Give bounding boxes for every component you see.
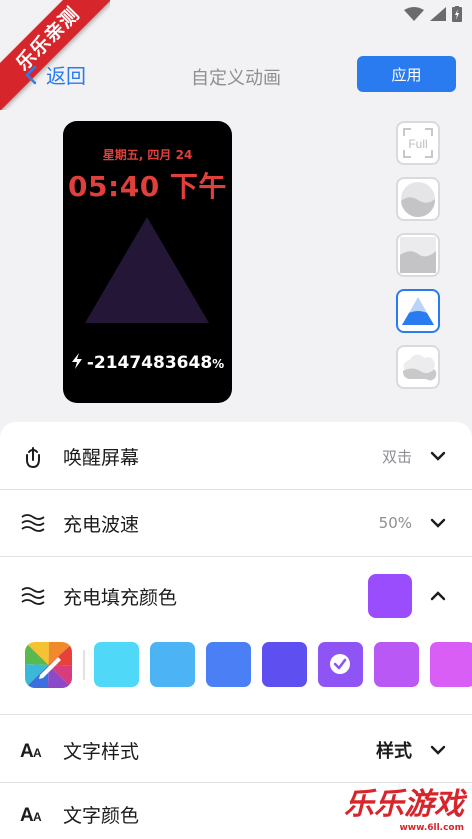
wave-speed-value: 50% [378, 514, 412, 532]
text-style-row[interactable]: A A 文字样式 样式 [0, 730, 472, 770]
color-swatch[interactable] [262, 642, 307, 687]
color-swatch[interactable] [318, 642, 363, 687]
chevron-down-icon [430, 745, 446, 755]
triangle-option-icon [402, 297, 434, 325]
text-style-label: 文字样式 [63, 740, 140, 763]
style-option-wave-circle[interactable] [396, 177, 440, 221]
chevron-up-icon [430, 591, 446, 601]
check-icon [330, 654, 350, 674]
svg-text:A: A [20, 741, 34, 761]
chevron-down-icon [430, 451, 446, 461]
charge-value: -2147483648 [86, 353, 213, 373]
triangle-shape [85, 217, 209, 323]
text-style-value: 样式 [376, 741, 412, 762]
style-option-cloud[interactable] [396, 345, 440, 389]
bolt-icon [71, 353, 82, 369]
settings-panel: 唤醒屏幕 双击 充电波速 50% 充电填充颜色 A A 文字样式 样式 A A … [0, 422, 472, 839]
text-size-icon: A A [20, 741, 42, 761]
wave-speed-row[interactable]: 充电波速 50% [0, 503, 472, 543]
color-picker-button[interactable] [25, 642, 72, 688]
cloud-option-icon [402, 354, 437, 381]
color-wheel-icon [25, 642, 72, 688]
color-palette [0, 642, 472, 688]
wave-speed-label: 充电波速 [63, 513, 140, 536]
fill-color-swatch[interactable] [368, 574, 412, 618]
full-label: Full [408, 137, 427, 151]
svg-text:A: A [20, 805, 34, 825]
preview-charge: -2147483648% [63, 353, 232, 373]
apply-button[interactable]: 应用 [357, 56, 456, 92]
divider [0, 714, 472, 715]
signal-icon [430, 7, 446, 21]
wifi-icon [404, 7, 424, 21]
color-swatch[interactable] [94, 642, 139, 687]
waves-icon [21, 587, 45, 605]
watermark-sub: www.6ll.com [399, 823, 464, 833]
color-swatch[interactable] [374, 642, 419, 687]
charge-unit: % [212, 357, 225, 371]
watermark: 乐乐游戏 www.6ll.com [344, 779, 464, 833]
color-swatch[interactable] [430, 642, 472, 687]
wake-screen-label: 唤醒屏幕 [63, 446, 140, 469]
watermark-text: 乐乐游戏 [344, 787, 464, 822]
wave-square-icon [400, 237, 436, 273]
battery-charging-icon [452, 6, 462, 22]
animation-preview: 星期五, 四月 24 05:40 下午 -2147483648% [63, 121, 232, 403]
color-swatch[interactable] [150, 642, 195, 687]
preview-time: 05:40 下午 [68, 170, 227, 203]
wake-screen-row[interactable]: 唤醒屏幕 双击 [0, 436, 472, 476]
fill-color-label: 充电填充颜色 [63, 586, 178, 609]
preview-date: 星期五, 四月 24 [102, 148, 193, 162]
nav-bar: 返回 自定义动画 应用 [0, 56, 472, 94]
style-option-full[interactable]: Full [396, 121, 440, 165]
text-color-label: 文字颜色 [63, 804, 140, 827]
chevron-down-icon [430, 518, 446, 528]
palette-separator [83, 650, 85, 680]
wake-screen-value: 双击 [381, 447, 412, 466]
waves-icon [21, 514, 45, 532]
svg-text:A: A [33, 810, 42, 824]
status-bar [404, 6, 462, 22]
svg-text:A: A [33, 746, 42, 760]
style-option-triangle[interactable] [396, 289, 440, 333]
color-swatch[interactable] [206, 642, 251, 687]
wave-circle-icon [401, 182, 436, 218]
touch-icon [26, 447, 40, 468]
text-size-icon: A A [20, 805, 42, 825]
divider [0, 556, 472, 557]
style-option-wave-square[interactable] [396, 233, 440, 277]
divider [0, 489, 472, 490]
fill-color-row[interactable]: 充电填充颜色 [0, 574, 472, 618]
